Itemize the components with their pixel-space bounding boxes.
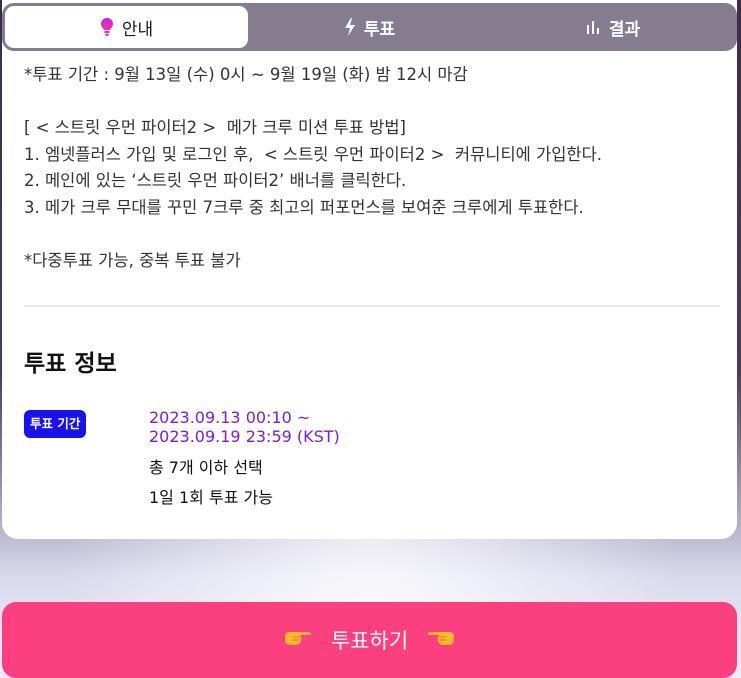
vote-button-label: 투표하기 — [330, 629, 409, 653]
vote-period-badge: 투표 기간 — [24, 410, 87, 438]
period-end: 2023.09.19 23:59 (KST) — [149, 427, 340, 446]
guide-line: *다중투표 가능, 중복 투표 불가 — [24, 250, 241, 270]
info-sheet: *투표 기간 : 9월 13일 (수) 0시 ~ 9월 19일 (화) 밤 12… — [2, 0, 737, 539]
guide-line: ​ — [24, 221, 724, 248]
tab-label: 투표 — [363, 19, 396, 40]
bar-chart-icon — [585, 19, 601, 35]
divider — [24, 305, 720, 307]
period-start: 2023.09.13 00:10 ~ — [149, 408, 311, 427]
tab-bar: 안내 투표 결과 — [2, 3, 737, 51]
selection-limit: 총 7개 이하 선택 — [149, 458, 263, 477]
vote-period: 2023.09.13 00:10 ~ 2023.09.19 23:59 (KST… — [149, 408, 340, 446]
tab-vote[interactable]: 투표 — [248, 6, 491, 48]
guide-line: 2. 메인에 있는 ‘스트릿 우먼 파이터2’ 배너를 클릭한다. — [24, 171, 407, 190]
guide-line: *투표 기간 : 9월 13일 (수) 0시 ~ 9월 19일 (화) 밤 12… — [24, 65, 468, 84]
tab-label: 결과 — [608, 19, 641, 40]
guide-text: *투표 기간 : 9월 13일 (수) 0시 ~ 9월 19일 (화) 밤 12… — [24, 62, 724, 274]
tab-guide[interactable]: 안내 — [5, 6, 248, 48]
lightbulb-icon — [100, 17, 114, 37]
tab-result[interactable]: 결과 — [491, 6, 734, 48]
lightning-icon — [344, 18, 356, 36]
vote-info-title: 투표 정보 — [24, 351, 117, 377]
vote-button[interactable]: 투표하기 — [2, 602, 737, 678]
vote-frequency: 1일 1회 투표 가능 — [149, 488, 273, 507]
pointing-hand-left-icon — [422, 626, 456, 655]
guide-line: 1. 엠넷플러스 가입 및 로그인 후, < 스트릿 우먼 파이터2 > 커뮤니… — [24, 144, 603, 164]
guide-line: ​ — [24, 89, 724, 116]
guide-line: 3. 메가 크루 무대를 꾸민 7크루 중 최고의 퍼포먼스를 보여준 크루에게… — [24, 197, 584, 217]
tab-label: 안내 — [121, 19, 154, 40]
pointing-hand-right-icon — [283, 626, 317, 655]
guide-line: [ < 스트릿 우먼 파이터2 > 메가 크루 미션 투표 방법] — [24, 118, 406, 137]
